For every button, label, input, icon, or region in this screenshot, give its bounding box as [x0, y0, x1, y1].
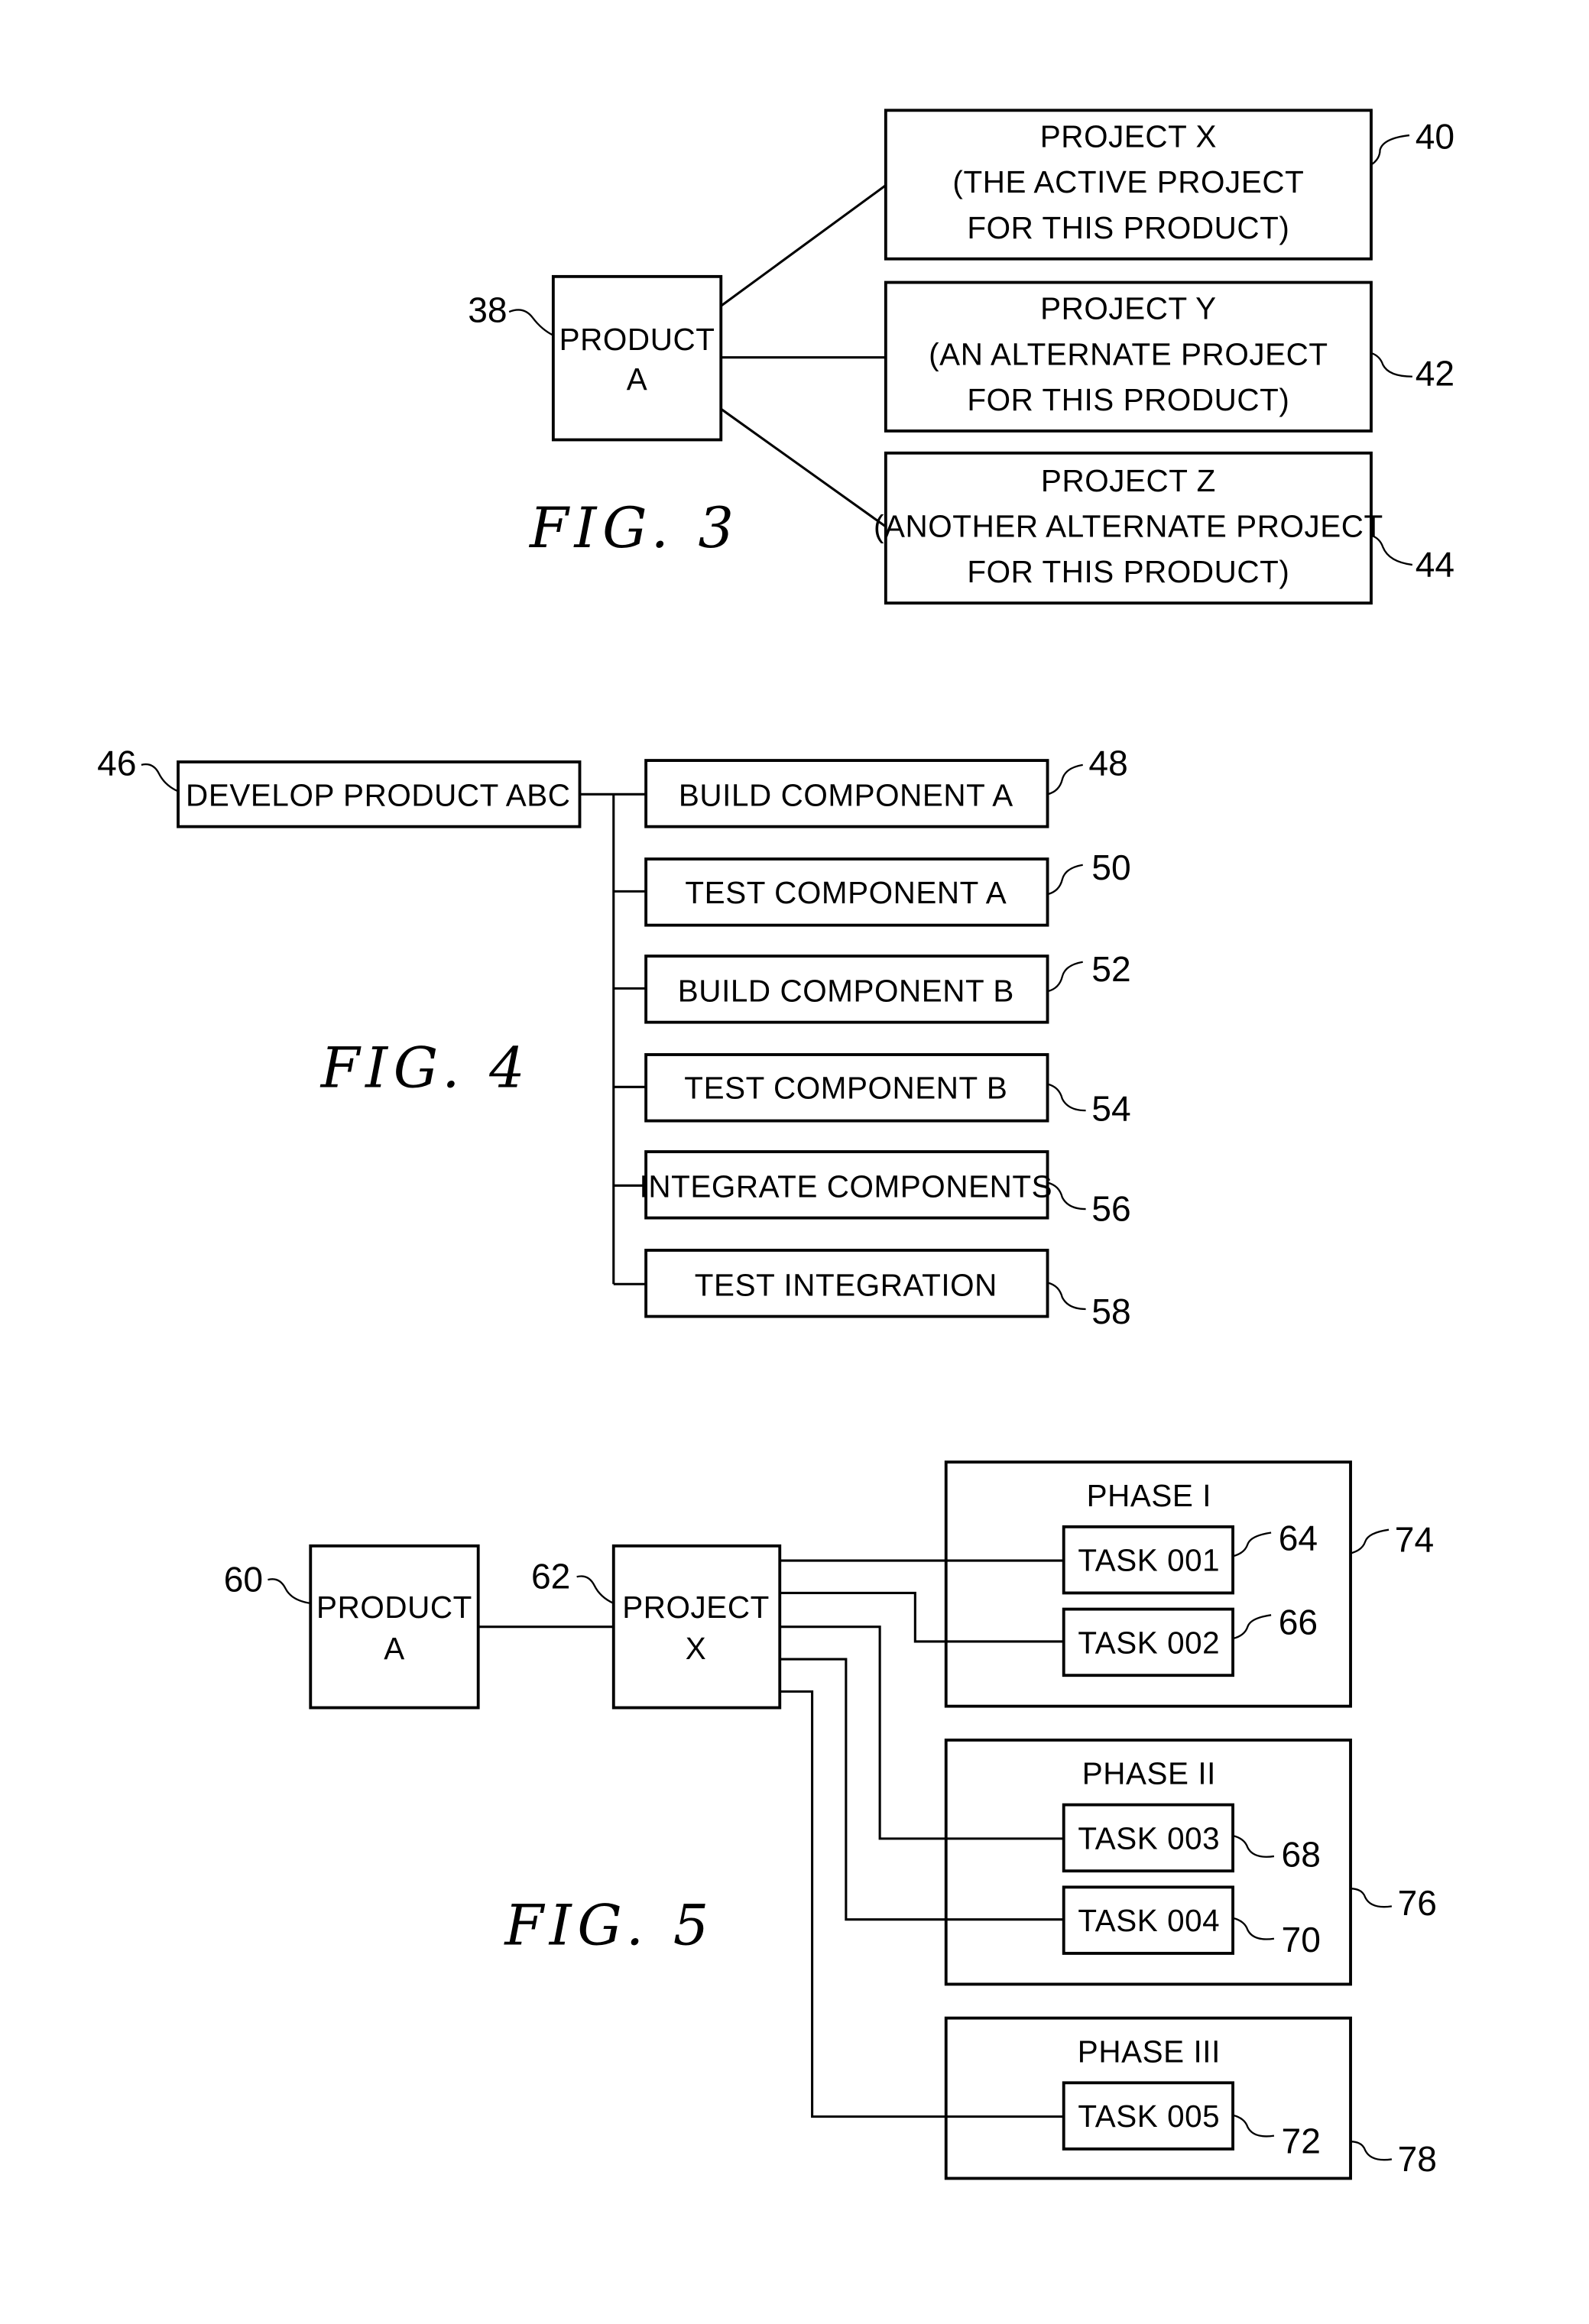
ref-numeral-44: 44: [1416, 544, 1454, 584]
phase-label: PHASE I: [1087, 1478, 1211, 1513]
task-48: BUILD COMPONENT A 48: [644, 743, 1128, 828]
product-a-label-line1: PRODUCT: [559, 322, 715, 357]
task-001-label: TASK 001: [1078, 1543, 1220, 1578]
fig5: PRODUCT A 60 PROJECT X 62 PHASE I 74 TAS…: [224, 1460, 1437, 2180]
ref-numeral-58: 58: [1091, 1292, 1130, 1331]
task-label: BUILD COMPONENT B: [678, 974, 1014, 1009]
phase-3: PHASE III 78 TASK 005 72: [944, 2016, 1437, 2180]
task-004-label: TASK 004: [1078, 1903, 1220, 1938]
phase-label: PHASE II: [1082, 1756, 1216, 1791]
task-52: BUILD COMPONENT B 52: [613, 949, 1131, 1024]
project-z-line1: PROJECT Z: [1041, 463, 1216, 498]
task-label: INTEGRATE COMPONENTS: [640, 1169, 1053, 1204]
task-003-label: TASK 003: [1078, 1820, 1220, 1856]
ref-numeral-46: 46: [97, 743, 136, 783]
phase-2: PHASE II 76 TASK 003 68 TASK 004 70: [944, 1738, 1437, 1986]
fig4-caption: FIG. 4: [319, 1036, 531, 1100]
task-002-label: TASK 002: [1078, 1625, 1220, 1660]
project-x-line2: (THE ACTIVE PROJECT: [952, 164, 1304, 199]
leader-74: [1350, 1528, 1390, 1554]
task-58: TEST INTEGRATION 58: [613, 1249, 1131, 1331]
leader-44: [1370, 534, 1413, 566]
project-x-box: [611, 1544, 782, 1710]
task-50: TEST COMPONENT A 50: [613, 848, 1131, 927]
leader-40: [1370, 134, 1410, 166]
task-label: TEST COMPONENT B: [684, 1071, 1007, 1106]
ref-numeral-56: 56: [1091, 1188, 1130, 1228]
leader-50: [1047, 864, 1083, 896]
project-x-line2: X: [686, 1631, 707, 1666]
leader-72: [1232, 2114, 1275, 2138]
task-label: TEST COMPONENT A: [685, 875, 1007, 910]
fig3-caption: FIG. 3: [528, 496, 740, 561]
leader-76: [1351, 1888, 1393, 1908]
fig4: DEVELOP PRODUCT ABC 46 BUILD COMPONENT A…: [97, 743, 1130, 1331]
patent-drawing-sheet: PRODUCT A 38 PROJECT X (THE ACTIVE PROJE…: [97, 109, 1454, 2180]
leader-56: [1047, 1181, 1086, 1211]
leader-52: [1047, 961, 1083, 993]
phase-1: PHASE I 74 TASK 001 64 TASK 002 66: [944, 1460, 1434, 1708]
task-56: INTEGRATE COMPONENTS 56: [613, 1150, 1131, 1228]
ref-numeral-38: 38: [468, 290, 507, 330]
leader-64: [1232, 1532, 1272, 1557]
leader-66: [1232, 1614, 1272, 1640]
ref-numeral-76: 76: [1398, 1883, 1437, 1923]
ref-numeral-72: 72: [1282, 2121, 1321, 2161]
ref-numeral-52: 52: [1091, 949, 1130, 989]
leader-42: [1370, 352, 1412, 378]
ref-numeral-66: 66: [1279, 1602, 1318, 1642]
leader-58: [1047, 1282, 1086, 1311]
task-005-label: TASK 005: [1078, 2099, 1220, 2134]
project-x-line3: FOR THIS PRODUCT): [967, 210, 1289, 245]
develop-product-abc-label: DEVELOP PRODUCT ABC: [186, 778, 570, 813]
fig3: PRODUCT A 38 PROJECT X (THE ACTIVE PROJE…: [468, 109, 1454, 605]
product-a-line1: PRODUCT: [316, 1590, 472, 1625]
leader-54: [1047, 1083, 1086, 1112]
connector-product-to-project-x: [720, 184, 887, 307]
connector-to-task-005: [780, 1690, 1064, 2118]
ref-numeral-60: 60: [224, 1560, 263, 1600]
ref-numeral-42: 42: [1416, 353, 1454, 393]
ref-numeral-50: 50: [1091, 848, 1130, 887]
ref-numeral-78: 78: [1398, 2139, 1437, 2179]
project-z-line2: (ANOTHER ALTERNATE PROJECT: [874, 509, 1383, 544]
leader-78: [1351, 2141, 1393, 2161]
connector-to-task-002: [780, 1591, 1064, 1643]
phase-label: PHASE III: [1078, 2034, 1221, 2069]
leader-46: [141, 763, 179, 792]
leader-38: [508, 309, 554, 336]
leader-70: [1232, 1917, 1275, 1940]
ref-numeral-40: 40: [1416, 116, 1454, 156]
ref-numeral-70: 70: [1282, 1920, 1321, 1959]
task-label: TEST INTEGRATION: [695, 1268, 997, 1303]
ref-numeral-74: 74: [1395, 1520, 1434, 1560]
task-54: TEST COMPONENT B 54: [613, 1053, 1131, 1129]
ref-numeral-62: 62: [531, 1557, 570, 1596]
fig5-caption: FIG. 5: [503, 1893, 715, 1958]
project-y-line2: (AN ALTERNATE PROJECT: [929, 336, 1328, 371]
product-a-line2: A: [384, 1631, 405, 1666]
leader-48: [1047, 763, 1083, 796]
product-a-box: [309, 1544, 480, 1710]
project-z-line3: FOR THIS PRODUCT): [967, 554, 1289, 589]
connector-product-to-project-z: [720, 407, 887, 528]
project-y-line3: FOR THIS PRODUCT): [967, 382, 1289, 417]
leader-62: [576, 1575, 615, 1604]
leader-60: [268, 1578, 311, 1605]
project-y-line1: PROJECT Y: [1040, 291, 1217, 326]
ref-numeral-54: 54: [1091, 1089, 1130, 1129]
product-a-box: [551, 274, 723, 442]
connector-to-task-004: [780, 1658, 1064, 1921]
project-x-line1: PROJECT X: [1040, 118, 1217, 154]
ref-numeral-68: 68: [1282, 1834, 1321, 1874]
product-a-label-line2: A: [627, 361, 648, 397]
ref-numeral-64: 64: [1279, 1519, 1318, 1558]
project-x-line1: PROJECT: [622, 1590, 770, 1625]
leader-68: [1232, 1834, 1275, 1858]
ref-numeral-48: 48: [1088, 743, 1127, 783]
task-label: BUILD COMPONENT A: [679, 778, 1013, 813]
